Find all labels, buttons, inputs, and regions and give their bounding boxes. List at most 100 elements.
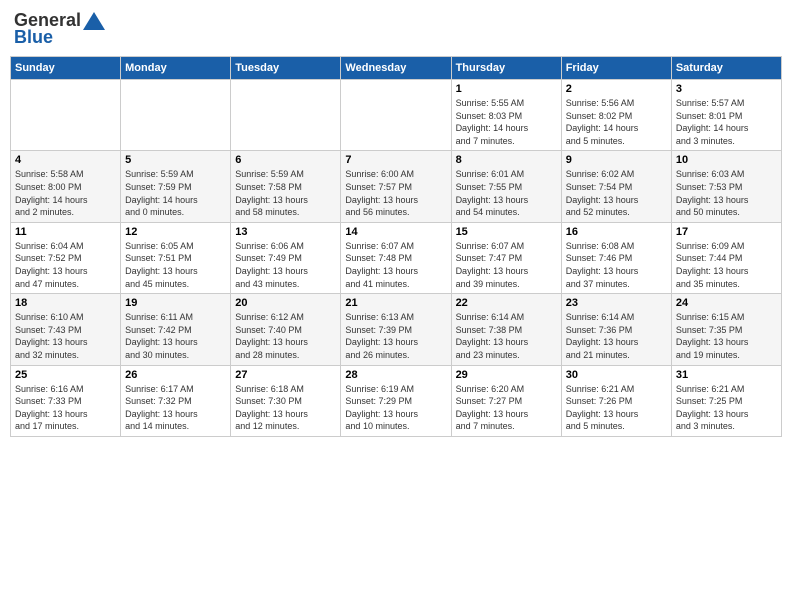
calendar-week-row: 4Sunrise: 5:58 AM Sunset: 8:00 PM Daylig…	[11, 151, 782, 222]
day-number: 12	[125, 226, 226, 238]
calendar-body: 1 Sunrise: 5:55 AM Sunset: 8:03 PM Daylig…	[11, 80, 782, 437]
calendar-cell	[231, 80, 341, 151]
day-number: 29	[456, 369, 557, 381]
day-number: 27	[235, 369, 336, 381]
day-number: 5	[125, 154, 226, 166]
calendar-cell: 25 Sunrise: 6:16 AM Sunset: 7:33 PM Dayli…	[11, 365, 121, 436]
day-number: 14	[345, 226, 446, 238]
calendar-week-row: 25 Sunrise: 6:16 AM Sunset: 7:33 PM Dayli…	[11, 365, 782, 436]
day-info: Sunrise: 6:06 AM Sunset: 7:49 PM Dayligh…	[235, 240, 336, 290]
day-number: 8	[456, 154, 557, 166]
calendar-cell: 4Sunrise: 5:58 AM Sunset: 8:00 PM Daylig…	[11, 151, 121, 222]
calendar-cell: 1 Sunrise: 5:55 AM Sunset: 8:03 PM Daylig…	[451, 80, 561, 151]
calendar-cell: 14 Sunrise: 6:07 AM Sunset: 7:48 PM Dayli…	[341, 222, 451, 293]
day-number: 30	[566, 369, 667, 381]
day-info: Sunrise: 6:21 AM Sunset: 7:26 PM Dayligh…	[566, 383, 667, 433]
calendar-cell: 16 Sunrise: 6:08 AM Sunset: 7:46 PM Dayli…	[561, 222, 671, 293]
calendar-cell: 27 Sunrise: 6:18 AM Sunset: 7:30 PM Dayli…	[231, 365, 341, 436]
calendar-week-row: 11 Sunrise: 6:04 AM Sunset: 7:52 PM Dayli…	[11, 222, 782, 293]
day-info: Sunrise: 6:12 AM Sunset: 7:40 PM Dayligh…	[235, 311, 336, 361]
day-info: Sunrise: 6:07 AM Sunset: 7:47 PM Dayligh…	[456, 240, 557, 290]
calendar-cell	[121, 80, 231, 151]
calendar-cell: 10 Sunrise: 6:03 AM Sunset: 7:53 PM Dayli…	[671, 151, 781, 222]
day-info: Sunrise: 6:20 AM Sunset: 7:27 PM Dayligh…	[456, 383, 557, 433]
column-header-thursday: Thursday	[451, 57, 561, 80]
day-number: 23	[566, 297, 667, 309]
column-header-friday: Friday	[561, 57, 671, 80]
calendar-cell: 26 Sunrise: 6:17 AM Sunset: 7:32 PM Dayli…	[121, 365, 231, 436]
day-number: 18	[15, 297, 116, 309]
day-info: Sunrise: 6:05 AM Sunset: 7:51 PM Dayligh…	[125, 240, 226, 290]
calendar-cell: 19 Sunrise: 6:11 AM Sunset: 7:42 PM Dayli…	[121, 294, 231, 365]
day-number: 19	[125, 297, 226, 309]
day-info: Sunrise: 5:56 AM Sunset: 8:02 PM Dayligh…	[566, 97, 667, 147]
calendar-cell: 24Sunrise: 6:15 AM Sunset: 7:35 PM Dayli…	[671, 294, 781, 365]
calendar-cell: 7 Sunrise: 6:00 AM Sunset: 7:57 PM Daylig…	[341, 151, 451, 222]
calendar-header-row: SundayMondayTuesdayWednesdayThursdayFrid…	[11, 57, 782, 80]
day-info: Sunrise: 6:14 AM Sunset: 7:36 PM Dayligh…	[566, 311, 667, 361]
calendar-table: SundayMondayTuesdayWednesdayThursdayFrid…	[10, 56, 782, 437]
calendar-cell: 20 Sunrise: 6:12 AM Sunset: 7:40 PM Dayli…	[231, 294, 341, 365]
day-info: Sunrise: 6:09 AM Sunset: 7:44 PM Dayligh…	[676, 240, 777, 290]
calendar-cell: 3Sunrise: 5:57 AM Sunset: 8:01 PM Daylig…	[671, 80, 781, 151]
calendar-cell: 28 Sunrise: 6:19 AM Sunset: 7:29 PM Dayli…	[341, 365, 451, 436]
day-number: 10	[676, 154, 777, 166]
day-number: 11	[15, 226, 116, 238]
day-number: 20	[235, 297, 336, 309]
calendar-cell: 15 Sunrise: 6:07 AM Sunset: 7:47 PM Dayli…	[451, 222, 561, 293]
calendar-cell: 12 Sunrise: 6:05 AM Sunset: 7:51 PM Dayli…	[121, 222, 231, 293]
day-info: Sunrise: 6:16 AM Sunset: 7:33 PM Dayligh…	[15, 383, 116, 433]
day-number: 16	[566, 226, 667, 238]
day-number: 25	[15, 369, 116, 381]
day-info: Sunrise: 6:13 AM Sunset: 7:39 PM Dayligh…	[345, 311, 446, 361]
day-info: Sunrise: 5:58 AM Sunset: 8:00 PM Dayligh…	[15, 168, 116, 218]
day-number: 22	[456, 297, 557, 309]
calendar-cell: 23 Sunrise: 6:14 AM Sunset: 7:36 PM Dayli…	[561, 294, 671, 365]
calendar-cell: 8 Sunrise: 6:01 AM Sunset: 7:55 PM Daylig…	[451, 151, 561, 222]
day-number: 17	[676, 226, 777, 238]
calendar-cell: 5Sunrise: 5:59 AM Sunset: 7:59 PM Daylig…	[121, 151, 231, 222]
day-info: Sunrise: 6:02 AM Sunset: 7:54 PM Dayligh…	[566, 168, 667, 218]
day-info: Sunrise: 6:21 AM Sunset: 7:25 PM Dayligh…	[676, 383, 777, 433]
day-number: 3	[676, 83, 777, 95]
day-number: 26	[125, 369, 226, 381]
calendar-cell: 2Sunrise: 5:56 AM Sunset: 8:02 PM Daylig…	[561, 80, 671, 151]
day-number: 31	[676, 369, 777, 381]
day-info: Sunrise: 6:07 AM Sunset: 7:48 PM Dayligh…	[345, 240, 446, 290]
calendar-week-row: 18 Sunrise: 6:10 AM Sunset: 7:43 PM Dayli…	[11, 294, 782, 365]
day-info: Sunrise: 6:14 AM Sunset: 7:38 PM Dayligh…	[456, 311, 557, 361]
day-number: 1	[456, 83, 557, 95]
day-number: 21	[345, 297, 446, 309]
day-info: Sunrise: 6:08 AM Sunset: 7:46 PM Dayligh…	[566, 240, 667, 290]
day-info: Sunrise: 6:18 AM Sunset: 7:30 PM Dayligh…	[235, 383, 336, 433]
day-info: Sunrise: 6:19 AM Sunset: 7:29 PM Dayligh…	[345, 383, 446, 433]
day-info: Sunrise: 5:55 AM Sunset: 8:03 PM Dayligh…	[456, 97, 557, 147]
calendar-cell: 29 Sunrise: 6:20 AM Sunset: 7:27 PM Dayli…	[451, 365, 561, 436]
calendar-cell: 31 Sunrise: 6:21 AM Sunset: 7:25 PM Dayli…	[671, 365, 781, 436]
column-header-wednesday: Wednesday	[341, 57, 451, 80]
day-info: Sunrise: 6:17 AM Sunset: 7:32 PM Dayligh…	[125, 383, 226, 433]
day-number: 28	[345, 369, 446, 381]
calendar-cell: 9Sunrise: 6:02 AM Sunset: 7:54 PM Daylig…	[561, 151, 671, 222]
day-info: Sunrise: 6:15 AM Sunset: 7:35 PM Dayligh…	[676, 311, 777, 361]
day-info: Sunrise: 5:59 AM Sunset: 7:58 PM Dayligh…	[235, 168, 336, 218]
page-header: General Blue	[10, 10, 782, 48]
day-info: Sunrise: 6:00 AM Sunset: 7:57 PM Dayligh…	[345, 168, 446, 218]
calendar-cell: 30 Sunrise: 6:21 AM Sunset: 7:26 PM Dayli…	[561, 365, 671, 436]
day-info: Sunrise: 6:04 AM Sunset: 7:52 PM Dayligh…	[15, 240, 116, 290]
day-number: 7	[345, 154, 446, 166]
logo-icon	[83, 12, 105, 30]
calendar-cell: 6Sunrise: 5:59 AM Sunset: 7:58 PM Daylig…	[231, 151, 341, 222]
calendar-cell	[341, 80, 451, 151]
calendar-cell: 22 Sunrise: 6:14 AM Sunset: 7:38 PM Dayli…	[451, 294, 561, 365]
column-header-saturday: Saturday	[671, 57, 781, 80]
calendar-cell: 18 Sunrise: 6:10 AM Sunset: 7:43 PM Dayli…	[11, 294, 121, 365]
day-info: Sunrise: 6:01 AM Sunset: 7:55 PM Dayligh…	[456, 168, 557, 218]
day-info: Sunrise: 6:11 AM Sunset: 7:42 PM Dayligh…	[125, 311, 226, 361]
day-info: Sunrise: 6:10 AM Sunset: 7:43 PM Dayligh…	[15, 311, 116, 361]
column-header-sunday: Sunday	[11, 57, 121, 80]
calendar-week-row: 1 Sunrise: 5:55 AM Sunset: 8:03 PM Daylig…	[11, 80, 782, 151]
column-header-tuesday: Tuesday	[231, 57, 341, 80]
day-number: 15	[456, 226, 557, 238]
day-info: Sunrise: 6:03 AM Sunset: 7:53 PM Dayligh…	[676, 168, 777, 218]
